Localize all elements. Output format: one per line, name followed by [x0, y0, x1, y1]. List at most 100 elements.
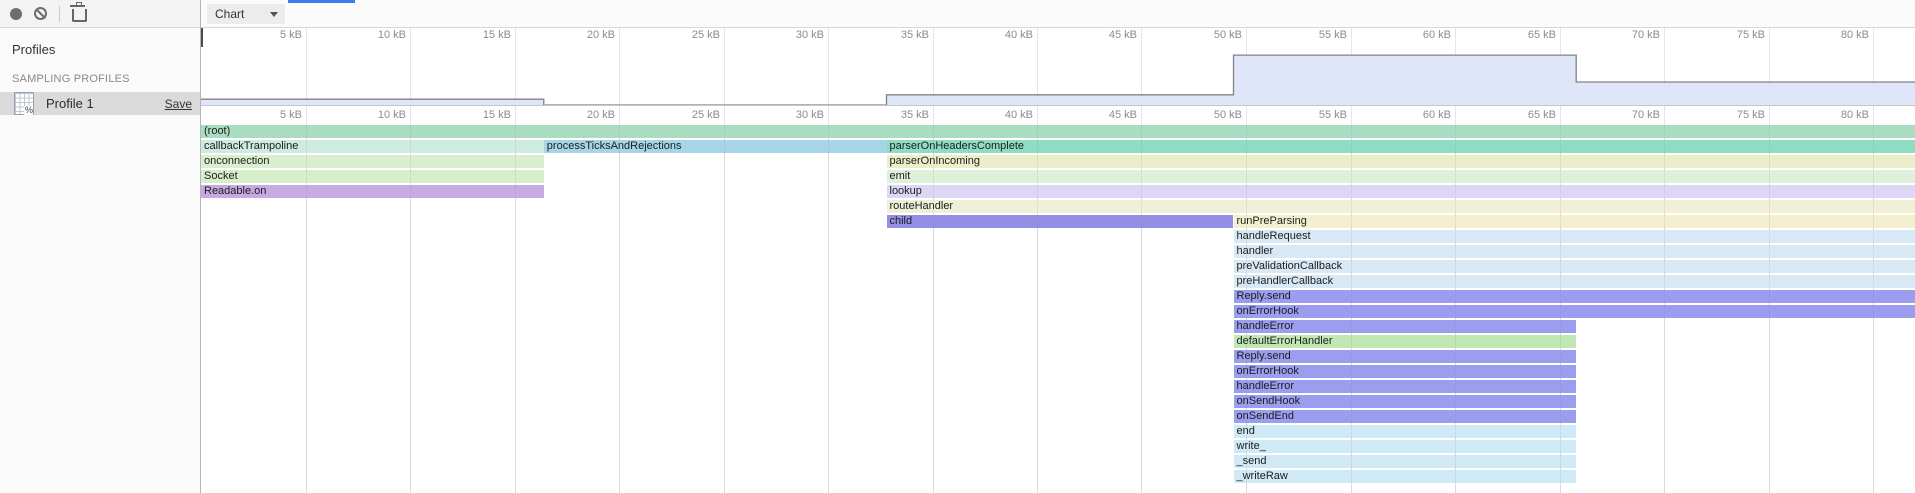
sampling-profile-icon — [14, 92, 34, 115]
ruler-tick-label: 60 kB — [1371, 29, 1451, 41]
gridline-overlay — [410, 125, 411, 493]
ruler-divider — [201, 105, 1915, 106]
ruler-tick-label: 20 kB — [535, 29, 615, 41]
clear-profiles-icon[interactable] — [34, 7, 47, 20]
flame-block[interactable]: parserOnIncoming — [887, 155, 1915, 168]
flame-block[interactable]: handleError — [1234, 320, 1577, 333]
ruler-tick-label: 50 kB — [1162, 109, 1242, 121]
trash-icon[interactable] — [72, 9, 87, 22]
gridline-overlay — [515, 125, 516, 493]
ruler-tick-label: 25 kB — [640, 29, 720, 41]
gridline-overlay — [1351, 125, 1352, 493]
ruler-tick-label: 60 kB — [1371, 109, 1451, 121]
gridline-overlay — [306, 125, 307, 493]
ruler-tick-label: 35 kB — [849, 29, 929, 41]
flame-block[interactable]: defaultErrorHandler — [1234, 335, 1577, 348]
ruler-tick-label: 10 kB — [326, 109, 406, 121]
ruler-tick-label: 50 kB — [1162, 29, 1242, 41]
profiler-window: Chart Profiles SAMPLING PROFILES Profile… — [0, 0, 1915, 493]
flame-block[interactable]: handleError — [1234, 380, 1577, 393]
flame-block[interactable]: _writeRaw — [1234, 470, 1577, 483]
ruler-tick-label: 40 kB — [953, 29, 1033, 41]
flame-block[interactable]: write_ — [1234, 440, 1577, 453]
view-mode-select[interactable]: Chart — [207, 4, 285, 24]
ruler-tick-label: 65 kB — [1476, 109, 1556, 121]
flame-block[interactable]: _send — [1234, 455, 1577, 468]
ruler-tick-label: 80 kB — [1789, 29, 1869, 41]
gridline-overlay — [1769, 125, 1770, 493]
flame-block[interactable]: callbackTrampoline — [201, 140, 544, 153]
gridline-overlay — [828, 125, 829, 493]
gridline-overlay — [724, 125, 725, 493]
flame-block[interactable]: Readable.on — [201, 185, 544, 198]
ruler-tick-label: 15 kB — [431, 109, 511, 121]
gridline-overlay — [619, 125, 620, 493]
gridline-overlay — [1246, 125, 1247, 493]
sidebar: Profiles SAMPLING PROFILES Profile 1 Sav… — [0, 28, 200, 493]
ruler-tick-label: 25 kB — [640, 109, 720, 121]
flame-block[interactable]: Socket — [201, 170, 544, 183]
ruler-tick-label: 20 kB — [535, 109, 615, 121]
gridline-overlay — [1664, 125, 1665, 493]
ruler-tick-label: 30 kB — [744, 29, 824, 41]
flame-block[interactable]: Reply.send — [1234, 290, 1915, 303]
flame-block[interactable]: (root) — [201, 125, 1915, 138]
flame-block[interactable]: processTicksAndRejections — [544, 140, 887, 153]
overview-timeline[interactable] — [201, 40, 1915, 105]
ruler-tick-label: 10 kB — [326, 29, 406, 41]
ruler-tick-label: 5 kB — [222, 109, 302, 121]
ruler-tick-label: 55 kB — [1267, 29, 1347, 41]
flame-block[interactable]: onErrorHook — [1234, 365, 1577, 378]
flame-block[interactable]: onconnection — [201, 155, 544, 168]
ruler-tick-label: 70 kB — [1580, 109, 1660, 121]
flame-chart-panel: 5 kB 5 kB 10 kB 10 kB 15 kB 15 kB 20 kB 20 kB 25… — [201, 28, 1915, 493]
gridline-overlay — [1873, 125, 1874, 493]
ruler-origin-tick — [201, 28, 203, 47]
ruler-tick-label: 55 kB — [1267, 109, 1347, 121]
flame-block[interactable]: emit — [887, 170, 1915, 183]
sampling-profiles-header: SAMPLING PROFILES — [12, 73, 200, 85]
flame-block[interactable]: routeHandler — [887, 200, 1915, 213]
flame-block[interactable]: runPreParsing — [1234, 215, 1915, 228]
ruler-tick-label: 75 kB — [1685, 29, 1765, 41]
ruler-tick-label: 35 kB — [849, 109, 929, 121]
active-tab-indicator — [288, 0, 355, 3]
ruler-tick-label: 5 kB — [222, 29, 302, 41]
chevron-down-icon — [270, 12, 278, 17]
ruler-tick-label: 30 kB — [744, 109, 824, 121]
gridline-overlay — [1037, 125, 1038, 493]
flame-block[interactable]: onErrorHook — [1234, 305, 1915, 318]
ruler-tick-label: 15 kB — [431, 29, 511, 41]
view-mode-value: Chart — [215, 7, 244, 21]
ruler-tick-label: 80 kB — [1789, 109, 1869, 121]
flame-block[interactable]: parserOnHeadersComplete — [887, 140, 1915, 153]
flame-block[interactable]: onSendHook — [1234, 395, 1577, 408]
flame-block[interactable]: preValidationCallback — [1234, 260, 1915, 273]
panel-divider — [200, 0, 201, 493]
sidebar-item-profile-1[interactable]: Profile 1 Save — [0, 92, 200, 115]
toolbar: Chart — [0, 0, 1915, 28]
flame-block[interactable]: handler — [1234, 245, 1915, 258]
sidebar-title: Profiles — [12, 42, 200, 57]
flame-block[interactable]: preHandlerCallback — [1234, 275, 1915, 288]
flame-block[interactable]: end — [1234, 425, 1577, 438]
overview-area-fill — [201, 55, 1915, 105]
flame-block[interactable]: Reply.send — [1234, 350, 1577, 363]
flame-block[interactable]: lookup — [887, 185, 1915, 198]
record-icon[interactable] — [10, 8, 22, 20]
ruler-tick-label: 45 kB — [1057, 109, 1137, 121]
ruler-tick-label: 65 kB — [1476, 29, 1556, 41]
gridline-overlay — [1560, 125, 1561, 493]
toolbar-separator — [59, 6, 60, 22]
flame-block[interactable]: handleRequest — [1234, 230, 1915, 243]
gridline-overlay — [933, 125, 934, 493]
ruler-tick-label: 40 kB — [953, 109, 1033, 121]
ruler-tick-label: 70 kB — [1580, 29, 1660, 41]
flame-block[interactable]: onSendEnd — [1234, 410, 1577, 423]
save-profile-link[interactable]: Save — [165, 97, 192, 111]
gridline-overlay — [1455, 125, 1456, 493]
ruler-tick-label: 75 kB — [1685, 109, 1765, 121]
ruler-tick-label: 45 kB — [1057, 29, 1137, 41]
toolbar-left — [0, 0, 200, 27]
flame-block[interactable]: child — [887, 215, 1234, 228]
